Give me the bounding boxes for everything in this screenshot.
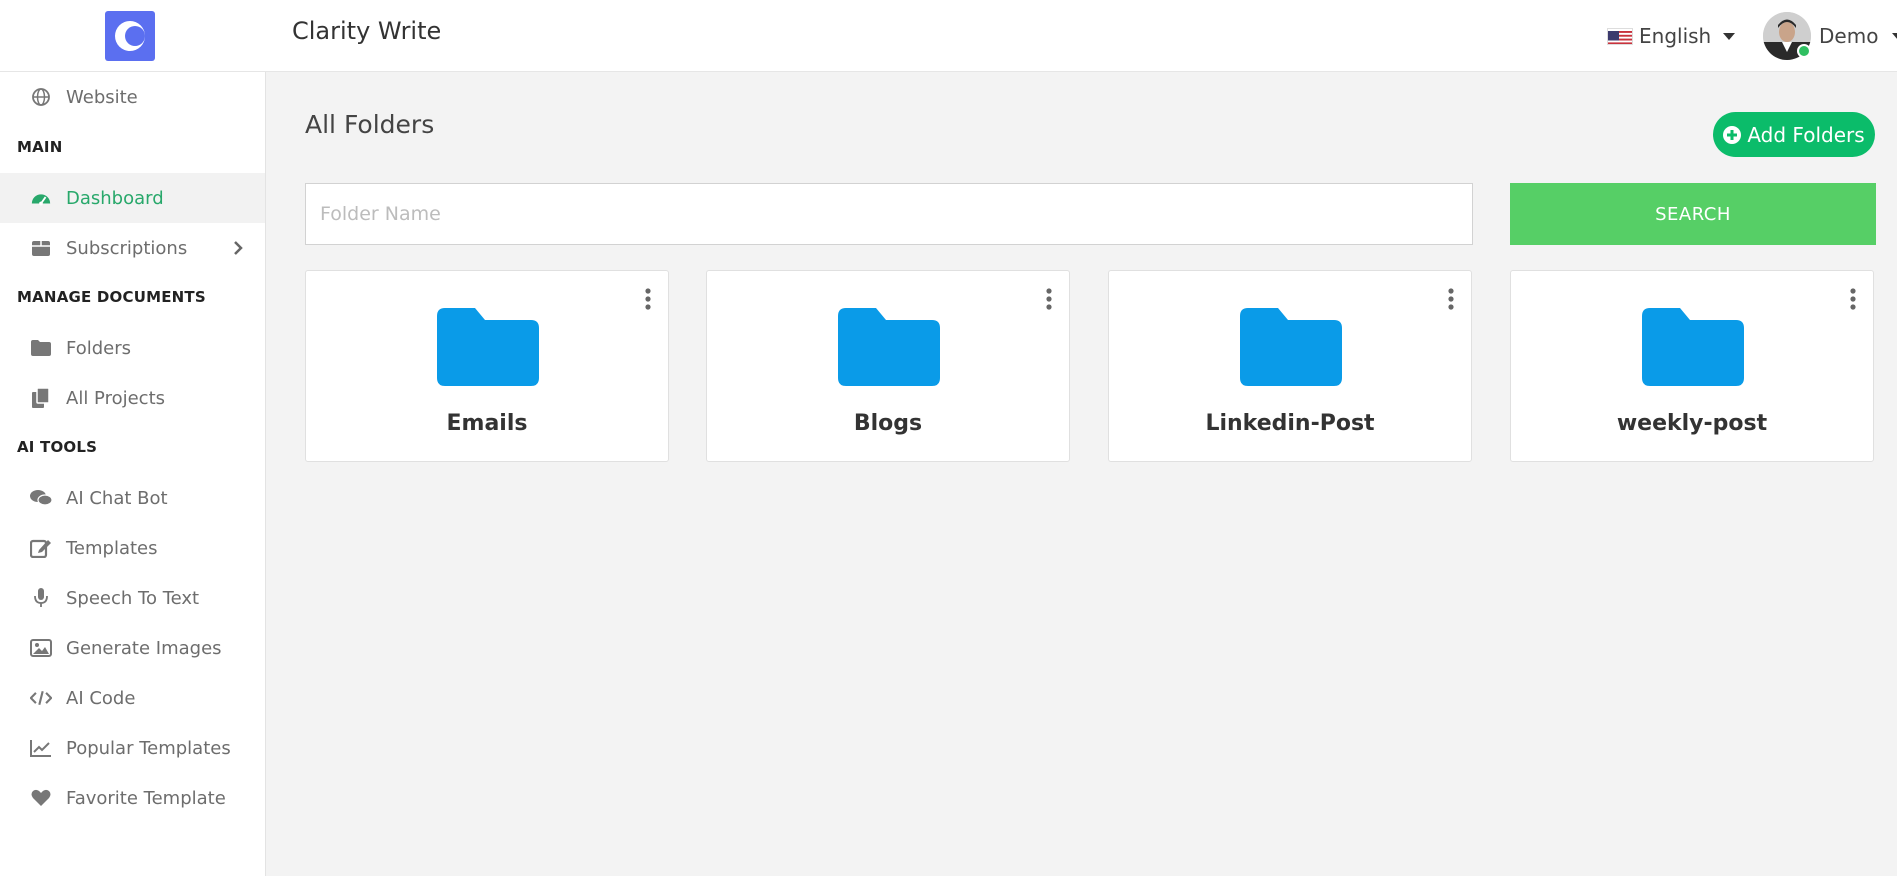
app-logo[interactable] bbox=[105, 11, 155, 61]
sidebar-item-ai-code[interactable]: AI Code bbox=[0, 673, 265, 723]
sidebar-item-templates[interactable]: Templates bbox=[0, 523, 265, 573]
logo-icon bbox=[115, 21, 145, 51]
sidebar-item-label: Templates bbox=[66, 537, 158, 559]
microphone-icon bbox=[30, 587, 52, 609]
folder-icon bbox=[1642, 308, 1744, 390]
section-heading-ai-tools: AI TOOLS bbox=[17, 438, 98, 456]
sidebar-item-label: Favorite Template bbox=[66, 787, 226, 809]
sidebar-item-label: AI Chat Bot bbox=[66, 487, 168, 509]
folder-icon bbox=[838, 308, 940, 390]
section-heading-main: MAIN bbox=[17, 138, 63, 156]
chevron-right-icon bbox=[233, 240, 243, 261]
sidebar-item-all-projects[interactable]: All Projects bbox=[0, 373, 265, 423]
folder-card[interactable]: Emails bbox=[305, 270, 669, 462]
image-icon bbox=[30, 637, 52, 659]
sidebar-item-speech-to-text[interactable]: Speech To Text bbox=[0, 573, 265, 623]
sidebar-item-label: Subscriptions bbox=[66, 237, 188, 259]
folder-card[interactable]: weekly-post bbox=[1510, 270, 1874, 462]
folder-card[interactable]: Linkedin-Post bbox=[1108, 270, 1472, 462]
caret-down-icon bbox=[1892, 32, 1897, 40]
kebab-menu-icon[interactable] bbox=[1447, 287, 1455, 311]
us-flag-icon bbox=[1607, 27, 1633, 45]
code-icon bbox=[30, 687, 52, 709]
folder-name: Emails bbox=[446, 411, 528, 436]
kebab-menu-icon[interactable] bbox=[644, 287, 652, 311]
folder-icon bbox=[1240, 308, 1342, 390]
sidebar-item-generate-images[interactable]: Generate Images bbox=[0, 623, 265, 673]
search-button[interactable]: SEARCH bbox=[1510, 183, 1876, 245]
avatar bbox=[1763, 12, 1811, 60]
sidebar-item-dashboard[interactable]: Dashboard bbox=[0, 173, 265, 223]
folder-name: Linkedin-Post bbox=[1205, 411, 1375, 436]
chart-line-icon bbox=[30, 737, 52, 759]
sidebar-item-label: Generate Images bbox=[66, 637, 222, 659]
sidebar: Website MAIN Dashboard Subscriptions MAN… bbox=[0, 72, 266, 876]
sidebar-item-label: All Projects bbox=[66, 387, 165, 409]
folder-icon bbox=[30, 337, 52, 359]
dashboard-gauge-icon bbox=[30, 187, 52, 209]
sidebar-item-label: AI Code bbox=[66, 687, 136, 709]
online-status-dot bbox=[1797, 44, 1811, 58]
page-title: All Folders bbox=[305, 110, 435, 139]
sidebar-item-label: Popular Templates bbox=[66, 737, 231, 759]
comments-icon bbox=[30, 487, 52, 509]
user-name: Demo bbox=[1819, 24, 1879, 48]
kebab-menu-icon[interactable] bbox=[1045, 287, 1053, 311]
folder-name-search-input[interactable] bbox=[305, 183, 1473, 245]
app-title: Clarity Write bbox=[292, 17, 442, 45]
sidebar-item-favorite-template[interactable]: Favorite Template bbox=[0, 773, 265, 823]
caret-down-icon bbox=[1723, 32, 1736, 40]
sidebar-item-website[interactable]: Website bbox=[0, 72, 265, 122]
sidebar-item-label: Website bbox=[66, 86, 138, 108]
kebab-menu-icon[interactable] bbox=[1849, 287, 1857, 311]
language-selector[interactable]: English bbox=[1607, 22, 1736, 50]
plus-circle-icon bbox=[1723, 125, 1742, 144]
folder-name: weekly-post bbox=[1616, 411, 1768, 436]
sidebar-item-label: Speech To Text bbox=[66, 587, 200, 609]
sidebar-item-ai-chat-bot[interactable]: AI Chat Bot bbox=[0, 473, 265, 523]
folder-icon bbox=[437, 308, 539, 390]
sidebar-item-subscriptions[interactable]: Subscriptions bbox=[0, 223, 265, 273]
heart-icon bbox=[30, 787, 52, 809]
add-folders-label: Add Folders bbox=[1747, 122, 1865, 147]
section-heading-manage-documents: MANAGE DOCUMENTS bbox=[17, 288, 206, 306]
add-folders-button[interactable]: Add Folders bbox=[1713, 112, 1875, 157]
folder-card[interactable]: Blogs bbox=[706, 270, 1070, 462]
sidebar-item-label: Dashboard bbox=[66, 187, 164, 209]
folder-name: Blogs bbox=[853, 411, 923, 436]
edit-icon bbox=[30, 537, 52, 559]
top-bar: Clarity Write English Demo bbox=[0, 0, 1897, 72]
copy-icon bbox=[30, 387, 52, 409]
language-label: English bbox=[1639, 24, 1712, 48]
sidebar-item-folders[interactable]: Folders bbox=[0, 323, 265, 373]
box-icon bbox=[30, 237, 52, 259]
user-menu[interactable]: Demo bbox=[1763, 12, 1897, 60]
sidebar-item-label: Folders bbox=[66, 337, 132, 359]
sidebar-item-popular-templates[interactable]: Popular Templates bbox=[0, 723, 265, 773]
globe-icon bbox=[30, 86, 52, 108]
